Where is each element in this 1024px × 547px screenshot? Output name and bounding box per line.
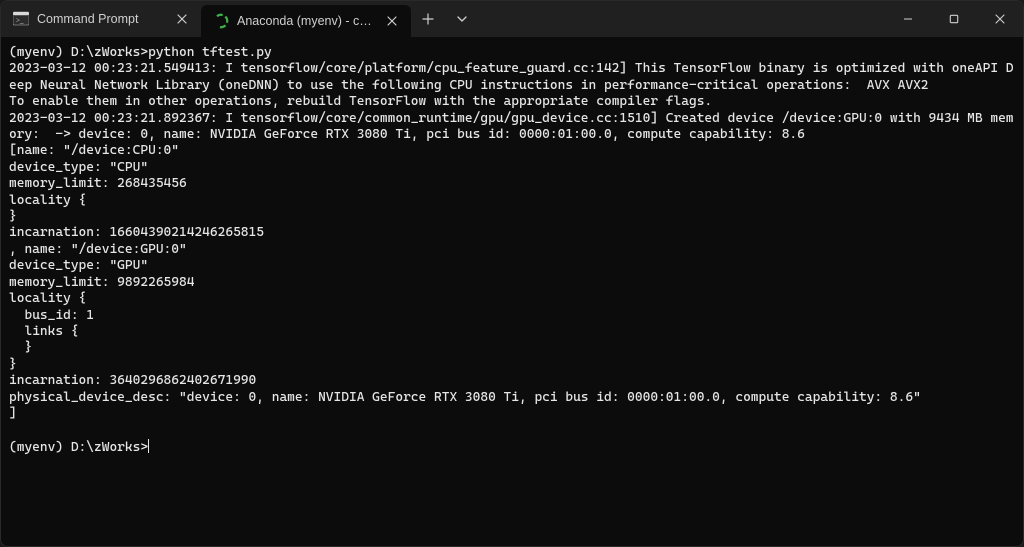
close-icon xyxy=(177,14,187,24)
cmd-icon: >_ xyxy=(13,11,29,27)
tab-label: Command Prompt xyxy=(37,12,165,26)
tab-anaconda[interactable]: Anaconda (myenv) - conda xyxy=(201,5,411,37)
window-controls xyxy=(885,1,1023,37)
maximize-icon xyxy=(949,14,959,24)
close-icon xyxy=(387,16,397,26)
terminal-window: >_ Command Prompt Anaconda (myenv) - con… xyxy=(0,0,1024,547)
conda-icon xyxy=(213,13,229,29)
svg-text:>_: >_ xyxy=(16,17,24,25)
plus-icon xyxy=(422,13,434,25)
terminal-line: (myenv) D:\zWorks>python tftest.py xyxy=(9,45,272,60)
tab-close-button[interactable] xyxy=(383,12,401,30)
tab-close-button[interactable] xyxy=(173,10,191,28)
terminal-prompt: (myenv) D:\zWorks> xyxy=(9,440,148,455)
titlebar: >_ Command Prompt Anaconda (myenv) - con… xyxy=(1,1,1023,37)
text-cursor xyxy=(148,439,149,453)
close-icon xyxy=(995,14,1005,24)
tab-label: Anaconda (myenv) - conda xyxy=(237,14,375,28)
chevron-down-icon xyxy=(457,14,467,24)
terminal-viewport[interactable]: (myenv) D:\zWorks>python tftest.py 2023-… xyxy=(1,37,1023,546)
maximize-button[interactable] xyxy=(931,1,977,37)
terminal-output: 2023-03-12 00:23:21.549413: I tensorflow… xyxy=(9,61,1014,421)
new-tab-dropdown[interactable] xyxy=(445,1,479,37)
tab-strip: >_ Command Prompt Anaconda (myenv) - con… xyxy=(1,1,411,37)
minimize-icon xyxy=(903,14,913,24)
minimize-button[interactable] xyxy=(885,1,931,37)
tab-command-prompt[interactable]: >_ Command Prompt xyxy=(1,1,201,37)
titlebar-drag-region[interactable] xyxy=(479,1,885,37)
close-window-button[interactable] xyxy=(977,1,1023,37)
new-tab-button[interactable] xyxy=(411,1,445,37)
